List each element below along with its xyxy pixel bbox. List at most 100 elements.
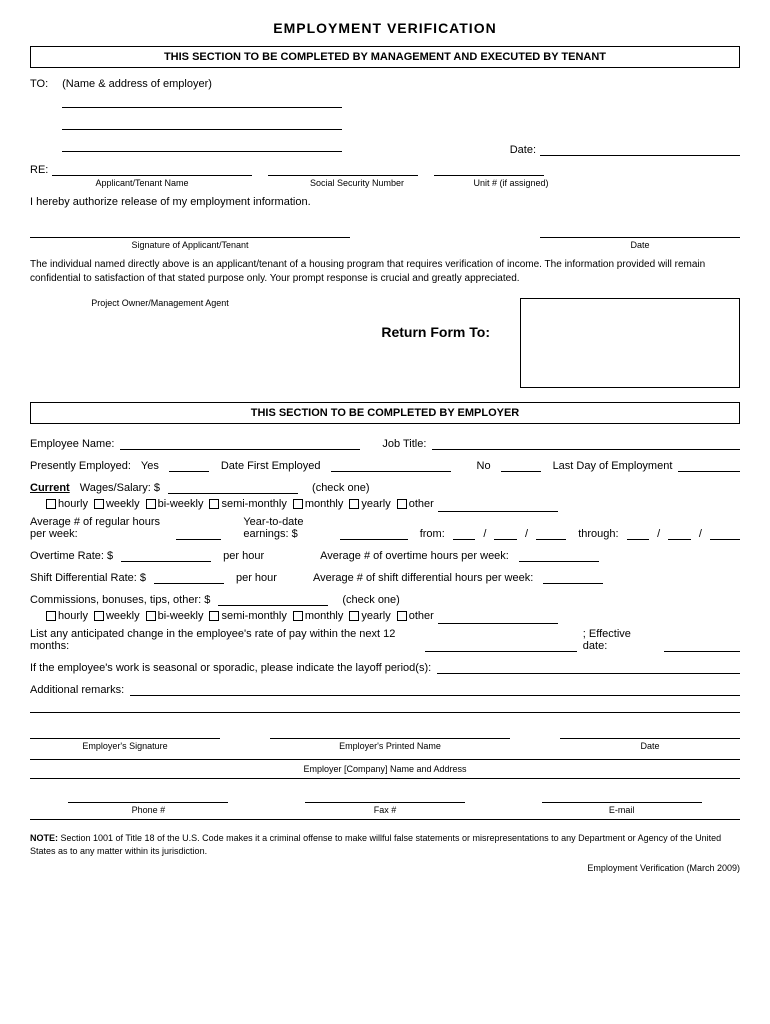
monthly-label2: monthly bbox=[305, 610, 344, 622]
semi-monthly-checkbox[interactable] bbox=[209, 499, 219, 509]
employer-printed-field[interactable] bbox=[270, 719, 510, 739]
fax-item: Fax # bbox=[267, 783, 504, 815]
note-content: Section 1001 of Title 18 of the U.S. Cod… bbox=[30, 833, 721, 856]
from-field2[interactable] bbox=[494, 524, 517, 540]
semi-monthly-checkbox2[interactable] bbox=[209, 611, 219, 621]
through-label: through: bbox=[578, 528, 618, 540]
address-line-2[interactable] bbox=[62, 112, 342, 130]
bi-weekly-label2: bi-weekly bbox=[158, 610, 204, 622]
unit-field[interactable] bbox=[434, 160, 544, 176]
presently-employed-label: Presently Employed: bbox=[30, 460, 131, 472]
sig-date-row bbox=[30, 218, 740, 238]
semi-monthly-checkbox-item[interactable]: semi-monthly bbox=[209, 498, 286, 510]
weekly-cb2[interactable]: weekly bbox=[94, 610, 140, 622]
phone-field[interactable] bbox=[68, 783, 228, 803]
wages-field[interactable] bbox=[168, 478, 298, 494]
effective-date-label: ; Effective date: bbox=[583, 628, 655, 652]
ssn-field[interactable] bbox=[268, 160, 418, 176]
employer-date-field[interactable] bbox=[560, 719, 740, 739]
through-field1[interactable] bbox=[627, 524, 650, 540]
from-field3[interactable] bbox=[536, 524, 566, 540]
bi-weekly-checkbox-item[interactable]: bi-weekly bbox=[146, 498, 204, 510]
authorize-text: I hereby authorize release of my employm… bbox=[30, 196, 740, 208]
weekly-checkbox-item[interactable]: weekly bbox=[94, 498, 140, 510]
employer-sig-row bbox=[30, 719, 740, 739]
through-field3[interactable] bbox=[710, 524, 740, 540]
monthly-checkbox2[interactable] bbox=[293, 611, 303, 621]
other-cb2[interactable]: other bbox=[397, 608, 558, 624]
monthly-checkbox[interactable] bbox=[293, 499, 303, 509]
signature-field[interactable] bbox=[30, 218, 350, 238]
wages-row: Current Wages/Salary: $ (check one) bbox=[30, 478, 740, 494]
employee-name-label: Employee Name: bbox=[30, 438, 114, 450]
return-address-box[interactable] bbox=[520, 298, 740, 388]
no-field[interactable] bbox=[501, 456, 541, 472]
re-field[interactable] bbox=[52, 160, 252, 176]
commissions-field[interactable] bbox=[218, 590, 328, 606]
section2-header: THIS SECTION TO BE COMPLETED BY EMPLOYER bbox=[30, 402, 740, 424]
other-checkbox2[interactable] bbox=[397, 611, 407, 621]
avg-shift-field[interactable] bbox=[543, 568, 603, 584]
yearly-checkbox2[interactable] bbox=[349, 611, 359, 621]
bi-weekly-checkbox[interactable] bbox=[146, 499, 156, 509]
signature-label: Signature of Applicant/Tenant bbox=[30, 240, 350, 250]
yearly-cb2[interactable]: yearly bbox=[349, 610, 390, 622]
through-field2[interactable] bbox=[668, 524, 691, 540]
weekly-checkbox2[interactable] bbox=[94, 611, 104, 621]
anticipated-change-field[interactable] bbox=[425, 636, 576, 652]
commissions-checkboxes: hourly weekly bi-weekly semi-monthly mon… bbox=[30, 608, 740, 624]
hourly-cb2[interactable]: hourly bbox=[46, 610, 88, 622]
bi-weekly-cb2[interactable]: bi-weekly bbox=[146, 610, 204, 622]
avg-overtime-field[interactable] bbox=[519, 546, 599, 562]
other-checkbox[interactable] bbox=[397, 499, 407, 509]
monthly-checkbox-item[interactable]: monthly bbox=[293, 498, 344, 510]
confidential-text: The individual named directly above is a… bbox=[30, 258, 740, 286]
overtime-rate-label: Overtime Rate: $ bbox=[30, 550, 113, 562]
yearly-checkbox[interactable] bbox=[349, 499, 359, 509]
job-title-field[interactable] bbox=[432, 434, 740, 450]
email-item: E-mail bbox=[503, 783, 740, 815]
hourly-checkbox2[interactable] bbox=[46, 611, 56, 621]
address-line-1[interactable] bbox=[62, 90, 342, 108]
date-first-employed-field[interactable] bbox=[331, 456, 451, 472]
bi-weekly-checkbox2[interactable] bbox=[146, 611, 156, 621]
signature-date-field[interactable] bbox=[540, 218, 740, 238]
employee-name-field[interactable] bbox=[120, 434, 360, 450]
yes-field[interactable] bbox=[169, 456, 209, 472]
other-checkbox-item[interactable]: other bbox=[397, 496, 558, 512]
last-day-label: Last Day of Employment bbox=[553, 460, 673, 472]
weekly-checkbox[interactable] bbox=[94, 499, 104, 509]
ytd-field[interactable] bbox=[340, 524, 408, 540]
shift-diff-field[interactable] bbox=[154, 568, 224, 584]
re-col1: RE: bbox=[30, 160, 252, 176]
hourly-checkbox[interactable] bbox=[46, 499, 56, 509]
yearly-checkbox-item[interactable]: yearly bbox=[349, 498, 390, 510]
from-field1[interactable] bbox=[453, 524, 476, 540]
other-wages-field[interactable] bbox=[438, 496, 558, 512]
avg-hours-field[interactable] bbox=[176, 524, 221, 540]
monthly-cb2[interactable]: monthly bbox=[293, 610, 344, 622]
effective-date-field[interactable] bbox=[664, 636, 740, 652]
address-line-3[interactable] bbox=[62, 134, 342, 152]
check-one-label: (check one) bbox=[312, 482, 369, 494]
date-field[interactable] bbox=[540, 140, 740, 156]
remarks-field[interactable] bbox=[130, 680, 740, 696]
fax-field[interactable] bbox=[305, 783, 465, 803]
commissions-row: Commissions, bonuses, tips, other: $ (ch… bbox=[30, 590, 740, 606]
hourly-label: hourly bbox=[58, 498, 88, 510]
re-row: RE: bbox=[30, 160, 740, 176]
email-field[interactable] bbox=[542, 783, 702, 803]
semi-monthly-cb2[interactable]: semi-monthly bbox=[209, 610, 286, 622]
seasonal-field[interactable] bbox=[437, 658, 740, 674]
hourly-checkbox-item[interactable]: hourly bbox=[46, 498, 88, 510]
seasonal-label: If the employee's work is seasonal or sp… bbox=[30, 662, 431, 674]
other-comm-field[interactable] bbox=[438, 608, 558, 624]
re-label: RE: bbox=[30, 164, 48, 176]
last-day-field[interactable] bbox=[678, 456, 740, 472]
wages-checkboxes: hourly weekly bi-weekly semi-monthly mon… bbox=[30, 496, 740, 512]
ssn-label: Social Security Number bbox=[274, 178, 440, 188]
overtime-rate-field[interactable] bbox=[121, 546, 211, 562]
employer-sig-field[interactable] bbox=[30, 719, 220, 739]
company-section: Employer [Company] Name and Address bbox=[30, 759, 740, 774]
return-section: Project Owner/Management Agent Return Fo… bbox=[30, 298, 740, 388]
